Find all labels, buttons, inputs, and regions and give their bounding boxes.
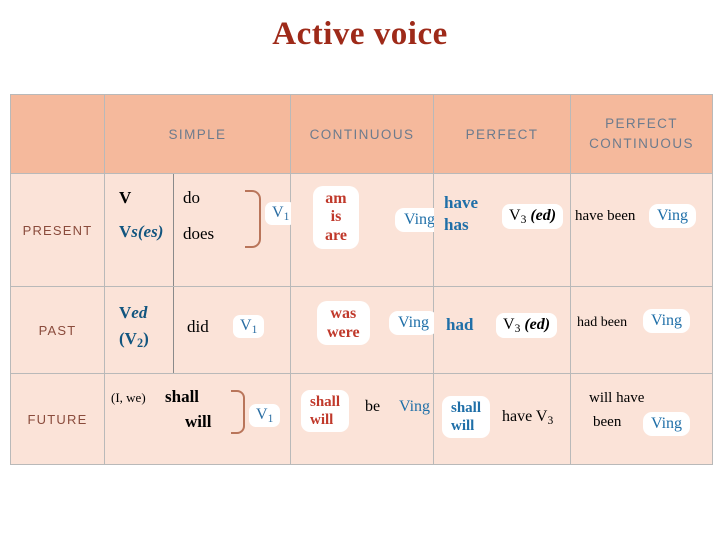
- cell-present-continuous: am is are Ving: [290, 173, 445, 287]
- table-row-present: PRESENT V Vs(es) do does V1 am is are Vi…: [10, 173, 713, 287]
- present-simple-form1: V: [119, 188, 132, 207]
- future-perfect-aux-shall: shall: [451, 400, 482, 416]
- header-perfect: PERFECT: [433, 94, 571, 174]
- future-perfect-continuous-verb: Ving: [643, 412, 691, 436]
- present-perfect-aux-has: has: [444, 215, 469, 235]
- cell-past-continuous: was were Ving: [290, 286, 439, 374]
- present-continuous-aux-am: am: [325, 190, 347, 207]
- past-perfect-continuous-aux: had been: [577, 315, 628, 330]
- future-continuous-aux: shall will: [301, 390, 350, 432]
- past-perfect-continuous-verb: Ving: [643, 309, 691, 333]
- past-continuous-aux: was were: [317, 301, 370, 346]
- table-header-row: SIMPLE CONTINUOUS PERFECT PERFECT CONTIN…: [10, 94, 713, 174]
- future-simple-verb-sub: 1: [267, 412, 274, 425]
- present-perfect-verb-alt: (ed): [530, 207, 557, 224]
- cell-present-simple: V Vs(es) do does V1: [104, 173, 297, 287]
- past-continuous-verb: Ving: [389, 311, 439, 335]
- future-perfect-have-sub: 3: [547, 414, 554, 427]
- header-continuous: CONTINUOUS: [290, 94, 434, 174]
- column-divider: [173, 174, 174, 286]
- future-simple-subject-note: (I, we): [111, 390, 146, 405]
- past-simple-verb-box: V1: [233, 315, 265, 338]
- cell-future-perfect-continuous: will have been Ving: [570, 373, 713, 465]
- present-perfect-verb-letter: V: [509, 207, 521, 224]
- page-title: Active voice: [272, 16, 448, 52]
- header-perfect-continuous: PERFECT CONTINUOUS: [570, 94, 713, 174]
- cell-future-perfect: shall will have V3: [433, 373, 571, 465]
- past-simple-form1: Ved: [119, 303, 147, 323]
- cell-future-continuous: shall will be Ving: [290, 373, 434, 465]
- future-perfect-aux-will: will: [451, 418, 475, 434]
- column-divider: [173, 287, 174, 373]
- present-continuous-aux-is: is: [330, 208, 342, 226]
- future-continuous-verb: Ving: [399, 398, 431, 415]
- past-perfect-verb-alt: (ed): [524, 316, 551, 333]
- cell-past-perfect: had V3 (ed): [433, 286, 571, 374]
- future-simple-aux2: will: [185, 412, 212, 431]
- future-simple-verb: V: [256, 406, 268, 423]
- cell-past-perfect-continuous: had been Ving: [570, 286, 713, 374]
- past-simple-form1-ending: ed: [131, 303, 148, 322]
- present-simple-aux1: do: [183, 188, 200, 207]
- past-simple-form2: (V2): [119, 329, 149, 351]
- present-continuous-aux-are: are: [325, 226, 347, 244]
- header-corner: [10, 94, 105, 174]
- future-perfect-have-text: have V: [502, 408, 548, 425]
- present-perfect-aux-have: have: [444, 193, 478, 212]
- cell-present-perfect-continuous: have been Ving: [570, 173, 713, 287]
- past-simple-aux: did: [187, 317, 209, 336]
- table-row-past: PAST Ved (V2) did V1 was were Ving had V…: [10, 286, 713, 374]
- present-simple-form2-ending: s(es): [131, 222, 164, 241]
- past-simple-form2-open: (V: [119, 329, 137, 348]
- row-label-present: PRESENT: [10, 173, 105, 287]
- past-simple-verb-sub: 1: [251, 323, 258, 336]
- present-perfect-continuous-verb: Ving: [649, 204, 697, 228]
- present-perfect-continuous-aux: have been: [575, 208, 636, 224]
- future-perfect-continuous-line2: been: [593, 414, 622, 430]
- past-perfect-verb-letter: V: [503, 316, 515, 333]
- present-simple-form2-stem: V: [119, 222, 132, 241]
- present-simple-verb: V: [272, 204, 284, 221]
- present-perfect-verb: V3 (ed): [502, 204, 564, 229]
- brace-icon: [245, 190, 261, 248]
- table-row-future: FUTURE (I, we) shall will V1 shall will …: [10, 373, 713, 465]
- future-perfect-have: have V3: [502, 408, 553, 427]
- present-perfect-aux: have has: [444, 192, 478, 236]
- brace-icon: [231, 390, 245, 434]
- future-simple-verb-box: V1: [249, 404, 281, 427]
- row-label-past: PAST: [10, 286, 105, 374]
- future-perfect-continuous-line1: will have: [589, 390, 645, 406]
- header-perfect-continuous-line1: PERFECT: [605, 116, 678, 132]
- past-simple-form2-close: ): [143, 329, 149, 348]
- tense-table: SIMPLE CONTINUOUS PERFECT PERFECT CONTIN…: [10, 94, 713, 465]
- cell-present-perfect: have has V3 (ed): [433, 173, 571, 287]
- header-simple: SIMPLE: [104, 94, 291, 174]
- present-continuous-aux: am is are: [313, 186, 359, 250]
- past-simple-form1-stem: V: [119, 303, 132, 322]
- past-continuous-aux-was: was: [330, 305, 357, 322]
- past-perfect-aux: had: [446, 315, 474, 334]
- future-simple-aux1: shall: [165, 387, 200, 406]
- present-perfect-verb-sub: 3: [520, 213, 527, 226]
- present-simple-form2: Vs(es): [119, 222, 163, 242]
- present-simple-aux2: does: [183, 224, 215, 243]
- past-perfect-verb-sub: 3: [514, 322, 521, 335]
- future-continuous-aux-will: will: [310, 412, 334, 428]
- present-simple-verb-sub: 1: [283, 210, 290, 223]
- past-simple-verb: V: [240, 317, 252, 334]
- cell-future-simple: (I, we) shall will V1: [104, 373, 291, 465]
- future-continuous-aux-shall: shall: [310, 394, 341, 410]
- cell-past-simple: Ved (V2) did V1: [104, 286, 291, 374]
- future-perfect-aux: shall will: [442, 396, 491, 438]
- past-continuous-aux-were: were: [327, 324, 360, 342]
- slide: Active voice SIMPLE CONTINUOUS PERFECT P…: [0, 0, 720, 540]
- header-perfect-continuous-line2: CONTINUOUS: [589, 136, 694, 151]
- row-label-future: FUTURE: [10, 373, 105, 465]
- future-continuous-be: be: [365, 398, 381, 415]
- past-perfect-verb: V3 (ed): [496, 313, 558, 338]
